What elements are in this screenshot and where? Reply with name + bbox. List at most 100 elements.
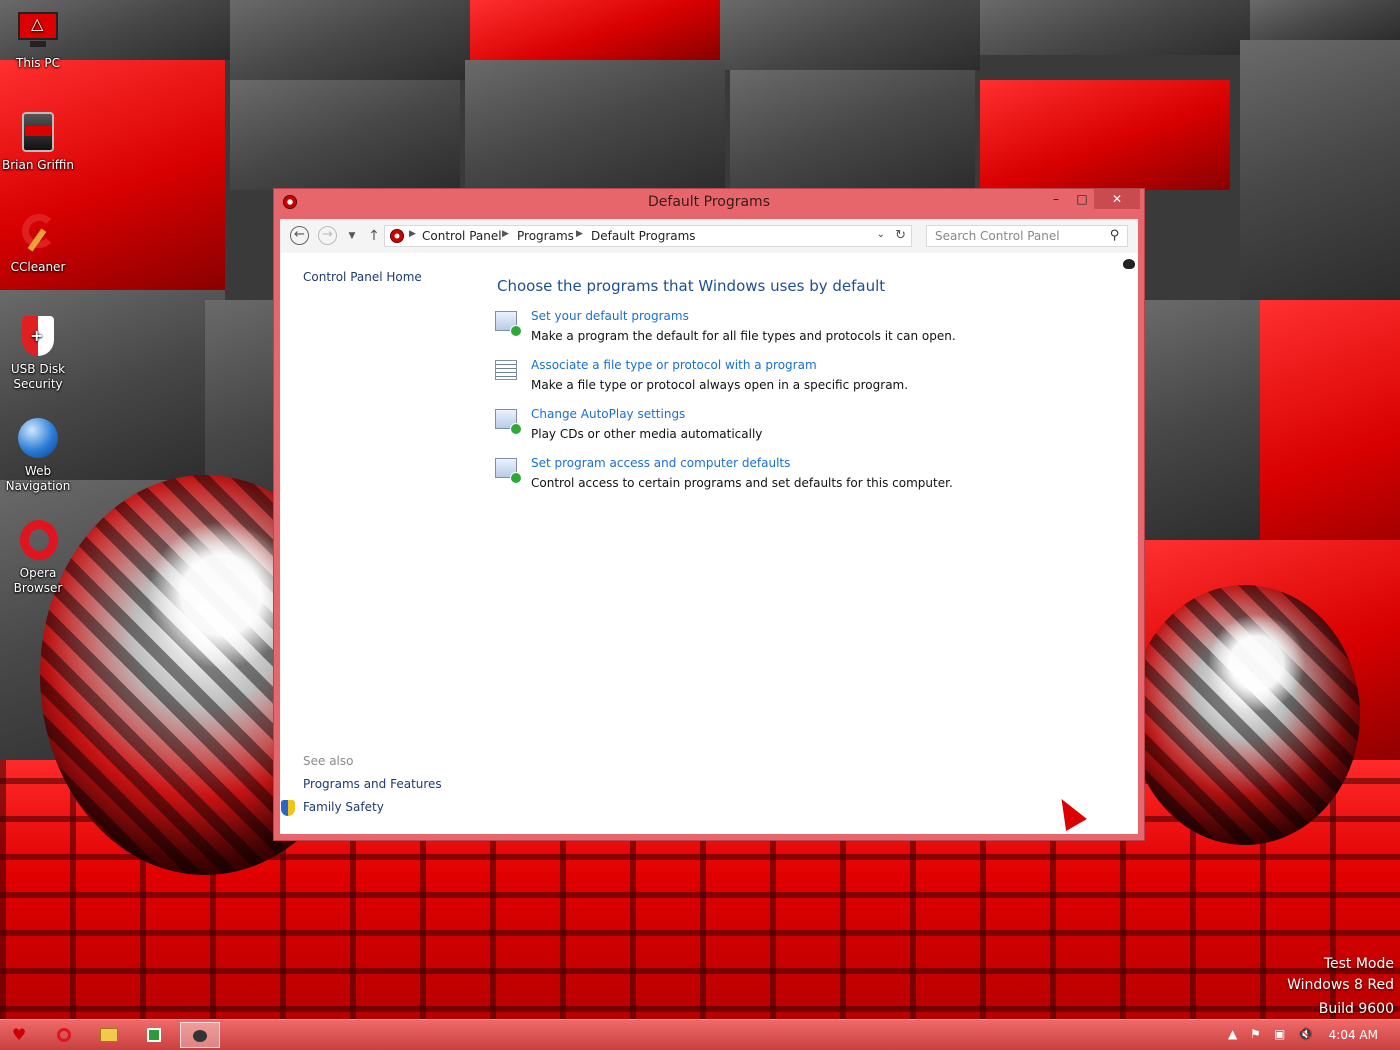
desktop-icon-opera-browser[interactable]: Opera Browser <box>0 518 76 596</box>
wallpaper-cube <box>1145 300 1260 540</box>
wallpaper-cube <box>230 80 460 190</box>
search-input[interactable]: Search Control Panel ⚲ <box>926 225 1128 247</box>
arrow-up-icon: ↑ <box>368 228 380 244</box>
window-content: Control Panel Home See also Programs and… <box>280 253 1138 834</box>
user-folder-icon <box>16 110 60 154</box>
desktop-icon-usb-disk-security[interactable]: + USB Disk Security <box>0 314 76 392</box>
address-bar[interactable]: ▶ Control Panel ▶ Programs ▶ Default Pro… <box>384 225 912 247</box>
desktop-icon-web-navigation[interactable]: Web Navigation <box>0 416 76 494</box>
desktop-icon-label: USB Disk <box>10 362 66 376</box>
window-titlebar[interactable]: Default Programs – □ ✕ <box>274 189 1144 217</box>
start-button[interactable]: ♥ <box>0 1022 38 1048</box>
breadcrumb-default-programs[interactable]: Default Programs <box>591 229 696 243</box>
search-placeholder: Search Control Panel <box>935 229 1060 243</box>
arrow-right-icon: → <box>322 227 333 242</box>
desktop-icon-label: This PC <box>16 56 60 70</box>
breadcrumb-separator-icon[interactable]: ▶ <box>576 229 583 239</box>
set-default-programs-link[interactable]: Set your default programs <box>531 309 689 323</box>
breadcrumb-separator-icon[interactable]: ▶ <box>502 229 509 239</box>
clock[interactable]: 4:04 AM <box>1329 1028 1378 1042</box>
globe-icon <box>16 416 60 460</box>
back-button[interactable]: ← <box>290 226 309 245</box>
task-description: Control access to certain programs and s… <box>531 476 953 490</box>
control-panel-home-link[interactable]: Control Panel Home <box>303 270 422 284</box>
autoplay-icon <box>495 409 522 435</box>
program-access-icon <box>495 458 522 484</box>
volume-muted-icon[interactable]: 🔇 <box>1298 1027 1313 1041</box>
task-description: Make a program the default for all file … <box>531 329 956 343</box>
wallpaper-cube <box>465 60 725 190</box>
wallpaper-cube <box>470 0 720 60</box>
help-icon[interactable] <box>1123 259 1135 269</box>
breadcrumb-control-panel[interactable]: Control Panel <box>422 229 502 243</box>
taskbar-file-explorer[interactable] <box>89 1022 129 1048</box>
ccleaner-icon <box>16 212 60 256</box>
wallpaper-cube <box>1240 40 1400 300</box>
watermark-line: Windows 8 Red <box>1287 977 1394 993</box>
arrow-left-icon: ← <box>294 227 305 242</box>
default-programs-window: Default Programs – □ ✕ ← → ▼ ↑ ▶ Control… <box>273 188 1145 841</box>
forward-button[interactable]: → <box>318 226 337 245</box>
wallpaper-cube <box>1250 0 1400 40</box>
start-icon: ♥ <box>11 1025 27 1044</box>
recent-locations-button[interactable]: ▼ <box>342 226 362 246</box>
close-button[interactable]: ✕ <box>1094 189 1140 209</box>
taskbar-control-panel[interactable] <box>180 1022 220 1048</box>
file-explorer-icon <box>100 1028 118 1042</box>
programs-and-features-link[interactable]: Programs and Features <box>303 777 442 791</box>
navigation-bar: ← → ▼ ↑ ▶ Control Panel ▶ Programs ▶ Def… <box>280 219 1138 253</box>
task-description: Play CDs or other media automatically <box>531 427 763 441</box>
minimize-button[interactable]: – <box>1042 189 1070 209</box>
desktop-icon-ccleaner[interactable]: CCleaner <box>0 212 76 275</box>
taskbar-opera[interactable] <box>44 1022 84 1048</box>
store-icon <box>147 1028 161 1042</box>
maximize-button[interactable]: □ <box>1068 189 1096 209</box>
desktop-icon-label: CCleaner <box>10 260 66 274</box>
task-description: Make a file type or protocol always open… <box>531 378 909 392</box>
chevron-down-icon[interactable]: ⌄ <box>877 229 885 240</box>
watermark-line: Build 9600 <box>1318 1001 1394 1017</box>
control-panel-icon <box>390 229 404 243</box>
desktop-icon-brian-griffin[interactable]: Brian Griffin <box>0 110 76 173</box>
desktop-icon-label: Web <box>24 464 52 478</box>
breadcrumb-programs[interactable]: Programs <box>517 229 574 243</box>
chevron-down-icon: ▼ <box>348 231 356 241</box>
change-autoplay-link[interactable]: Change AutoPlay settings <box>531 407 685 421</box>
opera-icon <box>16 518 60 562</box>
program-access-link[interactable]: Set program access and computer defaults <box>531 456 790 470</box>
desktop-icon-label: Navigation <box>5 479 71 493</box>
page-heading: Choose the programs that Windows uses by… <box>497 277 886 295</box>
breadcrumb-separator-icon: ▶ <box>409 229 416 239</box>
wallpaper-cube <box>720 0 980 70</box>
desktop-icon-this-pc[interactable]: △ This PC <box>0 8 76 71</box>
action-center-flag-icon[interactable]: ⚑ <box>1250 1027 1261 1041</box>
watermark-line: Test Mode <box>1323 956 1394 972</box>
monitor-icon: △ <box>16 8 60 52</box>
window-title: Default Programs <box>648 194 770 210</box>
search-icon[interactable]: ⚲ <box>1110 228 1120 243</box>
shield-icon: + <box>16 314 60 358</box>
desktop-icon-label: Security <box>13 377 63 391</box>
wallpaper-cube <box>980 0 1250 55</box>
wallpaper-cube <box>730 70 975 190</box>
control-panel-icon <box>193 1030 207 1042</box>
default-programs-icon <box>495 311 522 337</box>
desktop-icon-label: Opera <box>19 566 57 580</box>
associate-file-type-link[interactable]: Associate a file type or protocol with a… <box>531 358 817 372</box>
opera-icon <box>57 1028 71 1042</box>
wallpaper-cube <box>980 80 1230 190</box>
taskbar: ♥ ▲ ⚑ ▣ 🔇 4:04 AM <box>0 1019 1400 1050</box>
up-button[interactable]: ↑ <box>364 226 384 246</box>
family-safety-link[interactable]: Family Safety <box>303 800 384 814</box>
wallpaper-cube <box>230 0 470 80</box>
file-association-icon <box>495 360 517 380</box>
desktop-icon-label: Brian Griffin <box>1 158 75 172</box>
see-also-label: See also <box>303 754 354 768</box>
wallpaper-sphere <box>1130 585 1360 845</box>
network-icon[interactable]: ▣ <box>1274 1027 1285 1041</box>
show-hidden-icons-icon[interactable]: ▲ <box>1228 1027 1237 1041</box>
desktop-icon-label: Browser <box>13 581 63 595</box>
taskbar-store[interactable] <box>134 1022 174 1048</box>
refresh-icon[interactable]: ↻ <box>895 228 906 243</box>
family-safety-icon <box>281 800 295 816</box>
